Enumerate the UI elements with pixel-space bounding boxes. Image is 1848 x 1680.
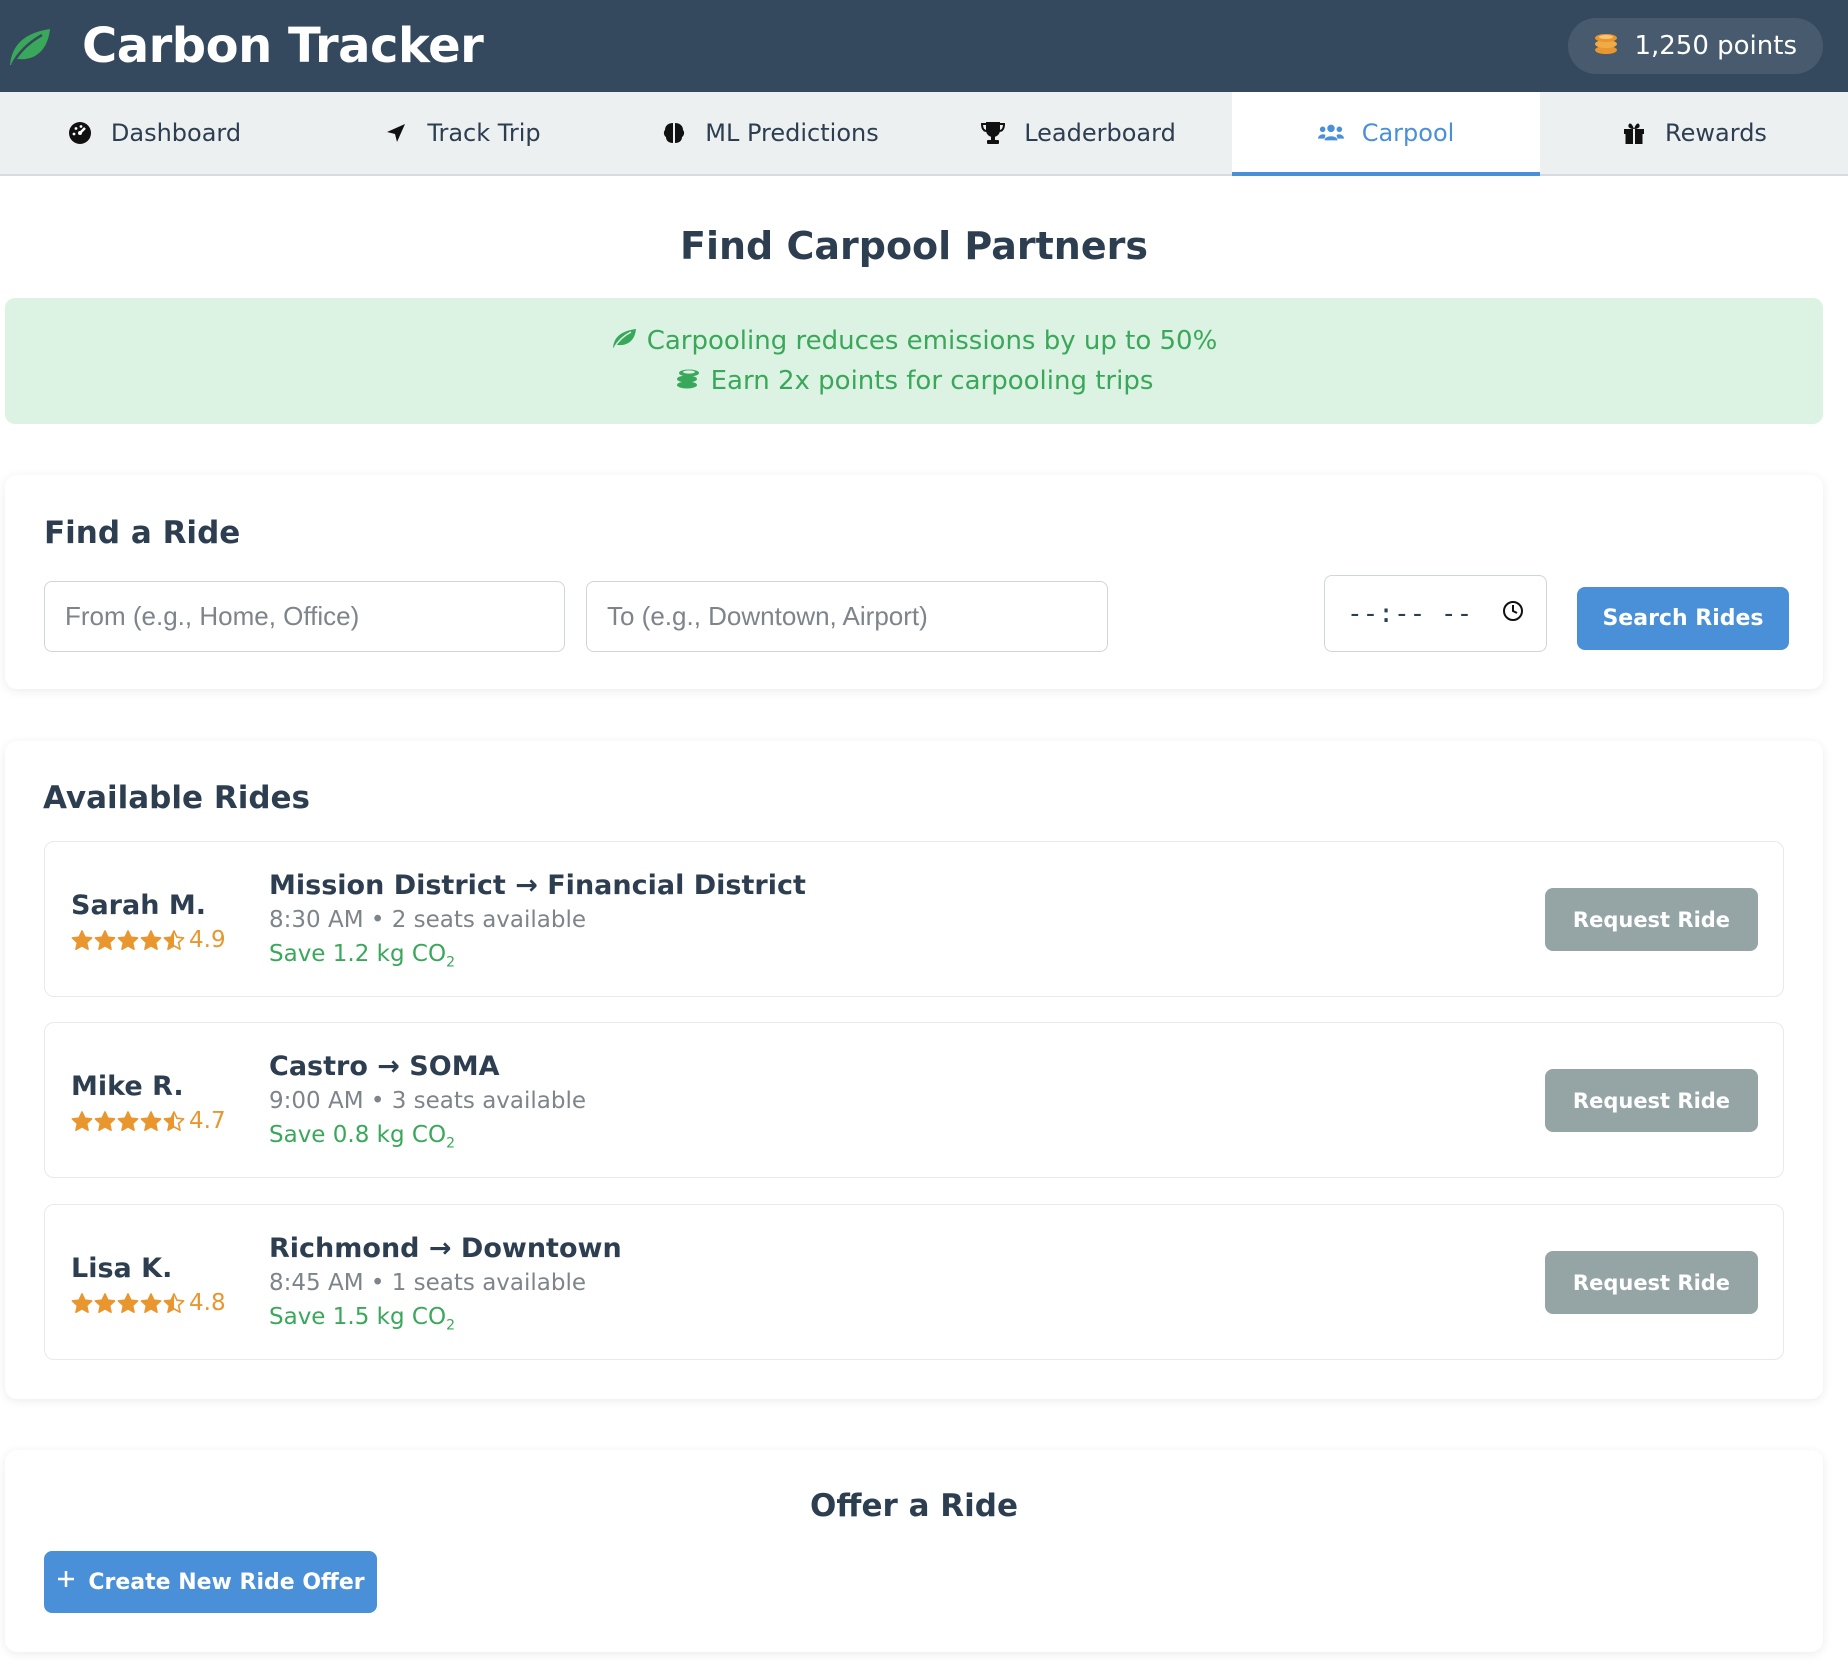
driver-info: Mike R. 4.7 [71, 1071, 226, 1134]
tab-label: Dashboard [110, 119, 242, 147]
info-banner: Carpooling reduces emissions by up to 50… [5, 298, 1823, 424]
driver-rating: 4.9 [71, 927, 226, 953]
info-line-emissions: Carpooling reduces emissions by up to 50… [611, 325, 1218, 356]
trophy-icon [980, 120, 1006, 146]
ride-details: Richmond → Downtown 8:45 AM • 1 seats av… [269, 1233, 622, 1334]
create-ride-offer-button[interactable]: Create New Ride Offer [44, 1551, 377, 1613]
co2-subscript: 2 [446, 1317, 455, 1334]
tab-dashboard[interactable]: Dashboard [0, 92, 308, 174]
rating-value: 4.9 [189, 927, 226, 953]
co2-savings-text: Save 0.8 kg CO [269, 1122, 447, 1148]
tab-ml-predictions[interactable]: ML Predictions [616, 92, 924, 174]
leaf-icon [611, 326, 637, 356]
main-nav: Dashboard Track Trip ML Predictions Lead… [0, 92, 1848, 176]
find-ride-title: Find a Ride [44, 515, 241, 551]
info-text: Earn 2x points for carpooling trips [710, 366, 1154, 396]
ride-details: Mission District → Financial District 8:… [269, 870, 806, 971]
clock-icon[interactable] [1502, 599, 1524, 629]
co2-savings: Save 0.8 kg CO2 [269, 1122, 586, 1152]
ride-route: Mission District → Financial District [269, 870, 806, 901]
driver-rating: 4.8 [71, 1290, 226, 1316]
create-ride-offer-label: Create New Ride Offer [88, 1569, 365, 1595]
tab-carpool[interactable]: Carpool [1232, 92, 1540, 176]
app-title: Carbon Tracker [82, 18, 484, 74]
ride-details: Castro → SOMA 9:00 AM • 3 seats availabl… [269, 1051, 586, 1152]
co2-subscript: 2 [446, 954, 455, 971]
tab-leaderboard[interactable]: Leaderboard [924, 92, 1232, 174]
rating-value: 4.8 [189, 1290, 226, 1316]
driver-info: Sarah M. 4.9 [71, 890, 226, 953]
from-input[interactable] [65, 601, 544, 632]
from-field[interactable] [44, 581, 565, 652]
ride-meta: 8:45 AM • 1 seats available [269, 1270, 587, 1296]
tab-label: Rewards [1665, 119, 1767, 147]
gift-icon [1621, 120, 1647, 146]
co2-subscript: 2 [446, 1135, 455, 1152]
ride-meta: 8:30 AM • 2 seats available [269, 907, 587, 933]
tab-label: Leaderboard [1024, 119, 1176, 147]
ride-meta: 9:00 AM • 3 seats available [269, 1088, 587, 1114]
request-ride-button[interactable]: Request Ride [1545, 1251, 1758, 1314]
ride-item: Sarah M. 4.9 Mission District → Financia… [44, 841, 1784, 997]
tab-label: Track Trip [427, 119, 541, 147]
coins-icon [1592, 30, 1620, 63]
ride-item: Mike R. 4.7 Castro → SOMA 9:00 AM • 3 se… [44, 1022, 1784, 1178]
brain-icon [661, 120, 687, 146]
offer-ride-title: Offer a Ride [810, 1488, 1018, 1524]
find-ride-card: Find a Ride --:-- -- Search Rides [5, 475, 1823, 689]
info-line-points: Earn 2x points for carpooling trips [675, 366, 1154, 397]
co2-savings-text: Save 1.2 kg CO [269, 941, 447, 967]
users-icon [1317, 120, 1344, 146]
available-rides-card: Available Rides Sarah M. 4.9 Mission Dis… [5, 741, 1823, 1399]
available-rides-title: Available Rides [43, 780, 310, 816]
rating-value: 4.7 [189, 1108, 226, 1134]
info-text: Carpooling reduces emissions by up to 50… [646, 325, 1218, 356]
tab-label: Carpool [1361, 119, 1455, 147]
ride-route: Richmond → Downtown [269, 1233, 622, 1264]
tab-track-trip[interactable]: Track Trip [308, 92, 616, 174]
brand: Carbon Tracker [6, 18, 484, 74]
star-rating-icon [71, 929, 185, 951]
points-value: 1,250 points [1634, 31, 1797, 61]
driver-name: Lisa K. [71, 1253, 173, 1284]
gauge-icon [67, 120, 93, 146]
time-input[interactable]: --:-- -- [1324, 575, 1547, 652]
driver-name: Sarah M. [71, 890, 206, 921]
co2-savings: Save 1.5 kg CO2 [269, 1304, 622, 1334]
to-input[interactable] [607, 601, 1087, 632]
time-value: --:-- -- [1347, 598, 1473, 629]
tab-label: ML Predictions [705, 119, 879, 147]
page-title: Find Carpool Partners [680, 224, 1148, 268]
driver-rating: 4.7 [71, 1108, 226, 1134]
star-rating-icon [71, 1292, 185, 1314]
star-rating-icon [71, 1110, 185, 1132]
to-field[interactable] [586, 581, 1108, 652]
leaf-icon [6, 24, 54, 68]
offer-ride-card: Offer a Ride Create New Ride Offer [5, 1450, 1823, 1652]
ride-route: Castro → SOMA [269, 1051, 500, 1082]
points-badge: 1,250 points [1568, 18, 1823, 74]
driver-info: Lisa K. 4.8 [71, 1253, 226, 1316]
co2-savings-text: Save 1.5 kg CO [269, 1304, 447, 1330]
ride-item: Lisa K. 4.8 Richmond → Downtown 8:45 AM … [44, 1204, 1784, 1360]
driver-name: Mike R. [71, 1071, 184, 1102]
plus-icon [56, 1569, 76, 1595]
request-ride-button[interactable]: Request Ride [1545, 1069, 1758, 1132]
location-arrow-icon [383, 120, 409, 146]
co2-savings: Save 1.2 kg CO2 [269, 941, 806, 971]
request-ride-button[interactable]: Request Ride [1545, 888, 1758, 951]
coins-icon [675, 366, 701, 397]
tab-rewards[interactable]: Rewards [1540, 92, 1848, 174]
app-header: Carbon Tracker 1,250 points [0, 0, 1848, 92]
search-rides-button[interactable]: Search Rides [1577, 587, 1789, 650]
